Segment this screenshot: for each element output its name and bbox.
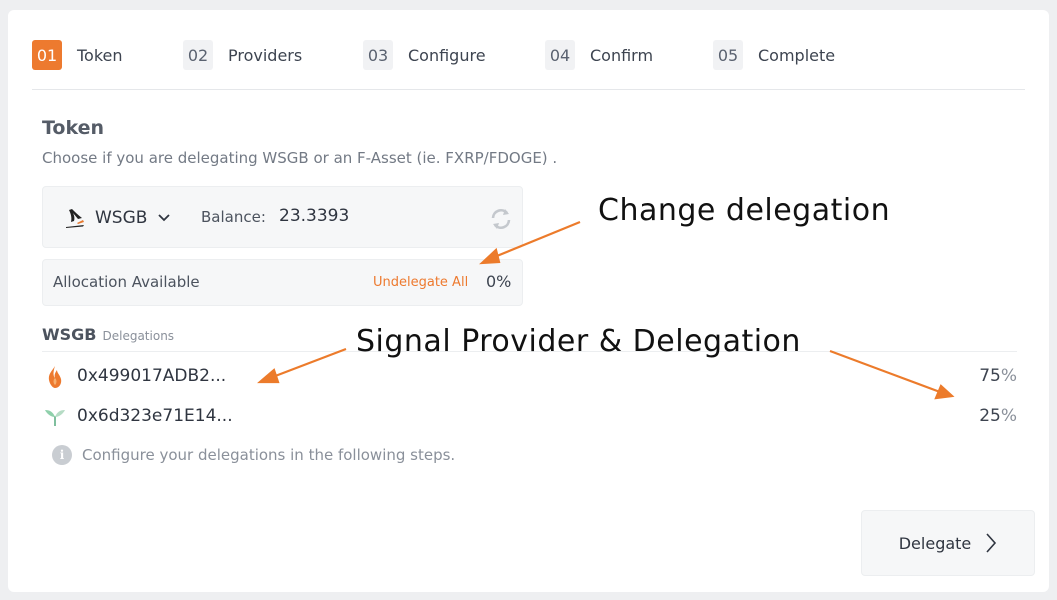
step-number: 01 [32, 40, 62, 70]
allocation-label: Allocation Available [53, 273, 200, 291]
delegation-row: 0x6d323e71E14... 25% [42, 402, 1017, 432]
delegation-percent: 75% [979, 366, 1017, 386]
section-title: Token [42, 117, 105, 139]
annotation-change-delegation: Change delegation [598, 193, 891, 228]
step-number: 05 [713, 40, 743, 70]
info-note: i Configure your delegations in the foll… [52, 445, 455, 465]
delegate-button[interactable]: Delegate [861, 510, 1035, 576]
chevron-right-icon [986, 533, 997, 553]
delegations-subtitle: Delegations [102, 329, 175, 343]
chevron-down-icon [158, 214, 171, 222]
step-label: Providers [228, 45, 303, 65]
step-number: 03 [363, 40, 393, 70]
provider-address[interactable]: 0x6d323e71E14... [77, 406, 233, 426]
delegations-token: WSGB [42, 325, 97, 344]
step-number: 04 [545, 40, 575, 70]
songbird-bird-icon [66, 209, 84, 228]
delegate-button-label: Delegate [898, 533, 972, 553]
delegations-heading: WSGB Delegations [42, 325, 174, 344]
info-icon: i [52, 445, 72, 465]
step-label: Complete [758, 45, 836, 65]
step-number: 02 [183, 40, 213, 70]
delegation-card: 01 Token 02 Providers 03 Configure 04 Co… [8, 10, 1049, 592]
step-providers[interactable]: 02 Providers [183, 40, 302, 70]
allocation-box: Allocation Available Undelegate All 0% [42, 259, 523, 306]
stepper-divider [32, 89, 1025, 90]
annotation-signal-provider: Signal Provider & Delegation [356, 324, 801, 359]
step-complete[interactable]: 05 Complete [713, 40, 835, 70]
provider-address[interactable]: 0x499017ADB2... [77, 366, 226, 386]
token-select[interactable]: WSGB [63, 204, 171, 232]
step-label: Configure [408, 45, 486, 65]
refresh-icon[interactable] [488, 206, 514, 232]
delegation-percent: 25% [979, 406, 1017, 426]
balance-label: Balance: [201, 208, 266, 226]
allocation-percent: 0% [486, 272, 512, 291]
flame-icon [48, 366, 62, 388]
stepper: 01 Token 02 Providers 03 Configure 04 Co… [32, 40, 1032, 70]
balance-value: 23.3393 [279, 206, 350, 226]
token-name: WSGB [95, 208, 148, 228]
undelegate-all-link[interactable]: Undelegate All [373, 275, 468, 290]
step-label: Confirm [590, 45, 654, 65]
token-balance-box: WSGB Balance: 23.3393 [42, 186, 523, 248]
sprout-icon [45, 410, 65, 426]
step-configure[interactable]: 03 Configure [363, 40, 486, 70]
step-label: Token [77, 45, 123, 65]
step-confirm[interactable]: 04 Confirm [545, 40, 653, 70]
delegation-row: 0x499017ADB2... 75% [42, 362, 1017, 392]
info-text: Configure your delegations in the follow… [82, 446, 456, 464]
section-description: Choose if you are delegating WSGB or an … [42, 149, 558, 167]
step-token[interactable]: 01 Token [32, 40, 123, 70]
